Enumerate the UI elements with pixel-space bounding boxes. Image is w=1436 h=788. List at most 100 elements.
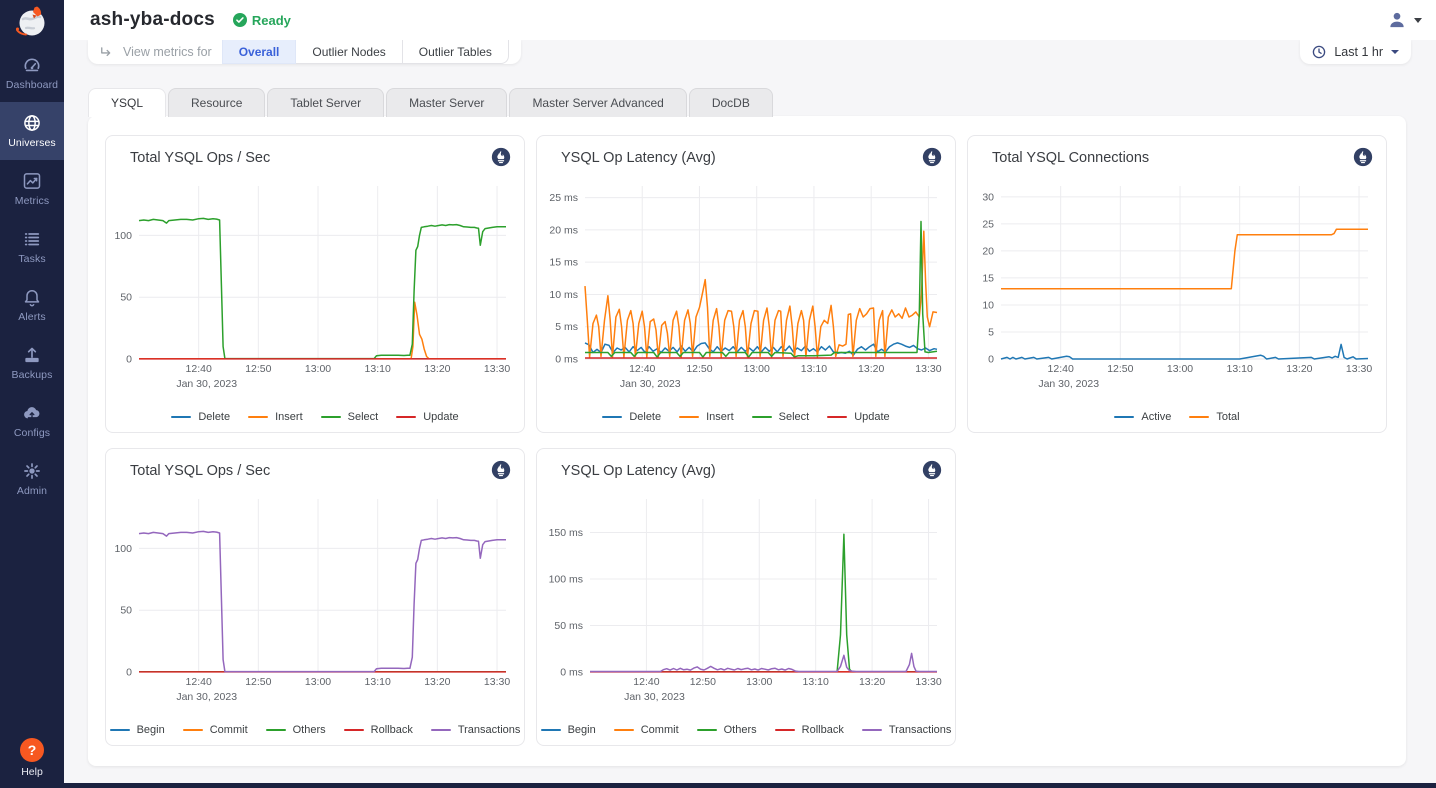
- tab-overall[interactable]: Overall: [222, 40, 297, 64]
- sidebar-item-label: Tasks: [18, 253, 45, 265]
- legend-item-others[interactable]: Others: [697, 724, 757, 736]
- legend-swatch: [602, 416, 622, 419]
- legend-item-transactions[interactable]: Transactions: [431, 724, 521, 736]
- legend-item-update[interactable]: Update: [827, 411, 889, 423]
- sidebar-item-universes[interactable]: Universes: [0, 102, 64, 160]
- status-label: Ready: [252, 13, 291, 28]
- sidebar-item-label: Metrics: [15, 195, 50, 207]
- sidebar-item-backups[interactable]: Backups: [0, 334, 64, 392]
- prometheus-icon[interactable]: [491, 147, 511, 167]
- content-area: View metrics for Overall Outlier Nodes O…: [64, 40, 1436, 783]
- legend-item-transactions[interactable]: Transactions: [862, 724, 952, 736]
- legend-item-insert[interactable]: Insert: [679, 411, 734, 423]
- chart-plot-area[interactable]: 12:4012:5013:0013:1013:2013:300 ms5 ms10…: [537, 176, 955, 394]
- tab-docdb[interactable]: DocDB: [689, 88, 773, 117]
- x-tick-label: 13:20: [859, 676, 885, 688]
- legend-item-commit[interactable]: Commit: [614, 724, 679, 736]
- admin-gear-icon: [22, 461, 42, 481]
- legend-item-select[interactable]: Select: [752, 411, 810, 423]
- sidebar-item-metrics[interactable]: Metrics: [0, 160, 64, 218]
- y-tick-label: 0: [126, 667, 132, 679]
- prometheus-icon[interactable]: [491, 460, 511, 480]
- tab-master-server-advanced[interactable]: Master Server Advanced: [509, 88, 686, 117]
- legend-label: Others: [293, 724, 326, 736]
- y-tick-label: 25 ms: [549, 192, 578, 204]
- legend-item-active[interactable]: Active: [1114, 411, 1171, 423]
- chart-plot-area[interactable]: 12:4012:5013:0013:1013:2013:300510152025…: [968, 176, 1386, 394]
- legend-swatch: [614, 729, 634, 732]
- legend-item-rollback[interactable]: Rollback: [775, 724, 844, 736]
- legend-swatch: [752, 416, 772, 419]
- legend-item-begin[interactable]: Begin: [541, 724, 596, 736]
- prometheus-icon[interactable]: [1353, 147, 1373, 167]
- legend-swatch: [1189, 416, 1209, 419]
- x-tick-label: 12:50: [1107, 363, 1133, 375]
- x-tick-label: 13:00: [1167, 363, 1193, 375]
- y-tick-label: 100: [114, 230, 132, 242]
- sidebar-item-help[interactable]: ? Help: [0, 738, 64, 778]
- y-tick-label: 0 ms: [555, 354, 578, 366]
- x-tick-label: 13:10: [365, 363, 391, 375]
- tab-outlier-nodes[interactable]: Outlier Nodes: [296, 40, 402, 64]
- x-tick-label: 12:50: [245, 363, 271, 375]
- configs-cloud-icon: [22, 403, 42, 423]
- sidebar-item-tasks[interactable]: Tasks: [0, 218, 64, 276]
- sidebar-item-configs[interactable]: Configs: [0, 392, 64, 450]
- sidebar-item-alerts[interactable]: Alerts: [0, 276, 64, 334]
- tab-resource[interactable]: Resource: [168, 88, 265, 117]
- x-axis-date-label: Jan 30, 2023: [176, 691, 237, 703]
- x-tick-label: 13:00: [746, 676, 772, 688]
- x-axis-date-label: Jan 30, 2023: [620, 378, 681, 390]
- tasks-list-icon: [22, 229, 42, 249]
- x-tick-label: 13:10: [801, 363, 827, 375]
- legend-label: Update: [423, 411, 458, 423]
- chart-plot-area[interactable]: 12:4012:5013:0013:1013:2013:30050100Jan …: [106, 489, 524, 707]
- metrics-scope-toolbar: View metrics for Overall Outlier Nodes O…: [88, 40, 521, 64]
- x-tick-label: 12:40: [186, 676, 212, 688]
- tab-master-server[interactable]: Master Server: [386, 88, 507, 117]
- x-tick-label: 13:00: [305, 363, 331, 375]
- chart-plot-area[interactable]: 12:4012:5013:0013:1013:2013:300 ms50 ms1…: [537, 489, 955, 707]
- legend-swatch: [171, 416, 191, 419]
- time-range-selector[interactable]: Last 1 hr: [1300, 40, 1411, 64]
- legend-item-commit[interactable]: Commit: [183, 724, 248, 736]
- legend-swatch: [679, 416, 699, 419]
- tab-outlier-tables[interactable]: Outlier Tables: [403, 40, 509, 64]
- legend-swatch: [1114, 416, 1134, 419]
- prometheus-icon[interactable]: [922, 147, 942, 167]
- chart-plot-area[interactable]: 12:4012:5013:0013:1013:2013:30050100Jan …: [106, 176, 524, 394]
- x-tick-label: 12:40: [1048, 363, 1074, 375]
- y-tick-label: 100: [114, 543, 132, 555]
- legend-label: Insert: [706, 411, 734, 423]
- chart-panel-ysql-op-latency-transactions: YSQL Op Latency (Avg) 12:4012:5013:0013:…: [536, 448, 956, 746]
- legend-item-others[interactable]: Others: [266, 724, 326, 736]
- sidebar-item-label: Backups: [12, 369, 53, 381]
- legend-item-update[interactable]: Update: [396, 411, 458, 423]
- legend-item-select[interactable]: Select: [321, 411, 379, 423]
- sidebar-item-dashboard[interactable]: Dashboard: [0, 44, 64, 102]
- prometheus-icon[interactable]: [922, 460, 942, 480]
- tab-tablet-server[interactable]: Tablet Server: [267, 88, 384, 117]
- legend-item-delete[interactable]: Delete: [602, 411, 661, 423]
- legend-swatch: [321, 416, 341, 419]
- bottom-edge-bar: [0, 783, 1436, 788]
- legend-item-delete[interactable]: Delete: [171, 411, 230, 423]
- legend-label: Begin: [568, 724, 596, 736]
- chart-legend: Begin Commit Others Rollback Transactions: [106, 724, 524, 736]
- y-tick-label: 0: [126, 354, 132, 366]
- tab-ysql[interactable]: YSQL: [88, 88, 166, 117]
- planet-rocket-icon: [13, 3, 51, 41]
- page-title: ash-yba-docs: [90, 9, 215, 31]
- legend-item-insert[interactable]: Insert: [248, 411, 303, 423]
- legend-item-begin[interactable]: Begin: [110, 724, 165, 736]
- sidebar-item-admin[interactable]: Admin: [0, 450, 64, 508]
- user-menu[interactable]: [1387, 10, 1422, 30]
- yugabyte-logo[interactable]: [0, 0, 64, 44]
- legend-swatch: [697, 729, 717, 732]
- legend-item-total[interactable]: Total: [1189, 411, 1239, 423]
- x-tick-label: 13:20: [858, 363, 884, 375]
- legend-item-rollback[interactable]: Rollback: [344, 724, 413, 736]
- x-axis-date-label: Jan 30, 2023: [624, 691, 685, 703]
- x-tick-label: 13:20: [424, 676, 450, 688]
- sidebar-item-label: Help: [21, 766, 43, 778]
